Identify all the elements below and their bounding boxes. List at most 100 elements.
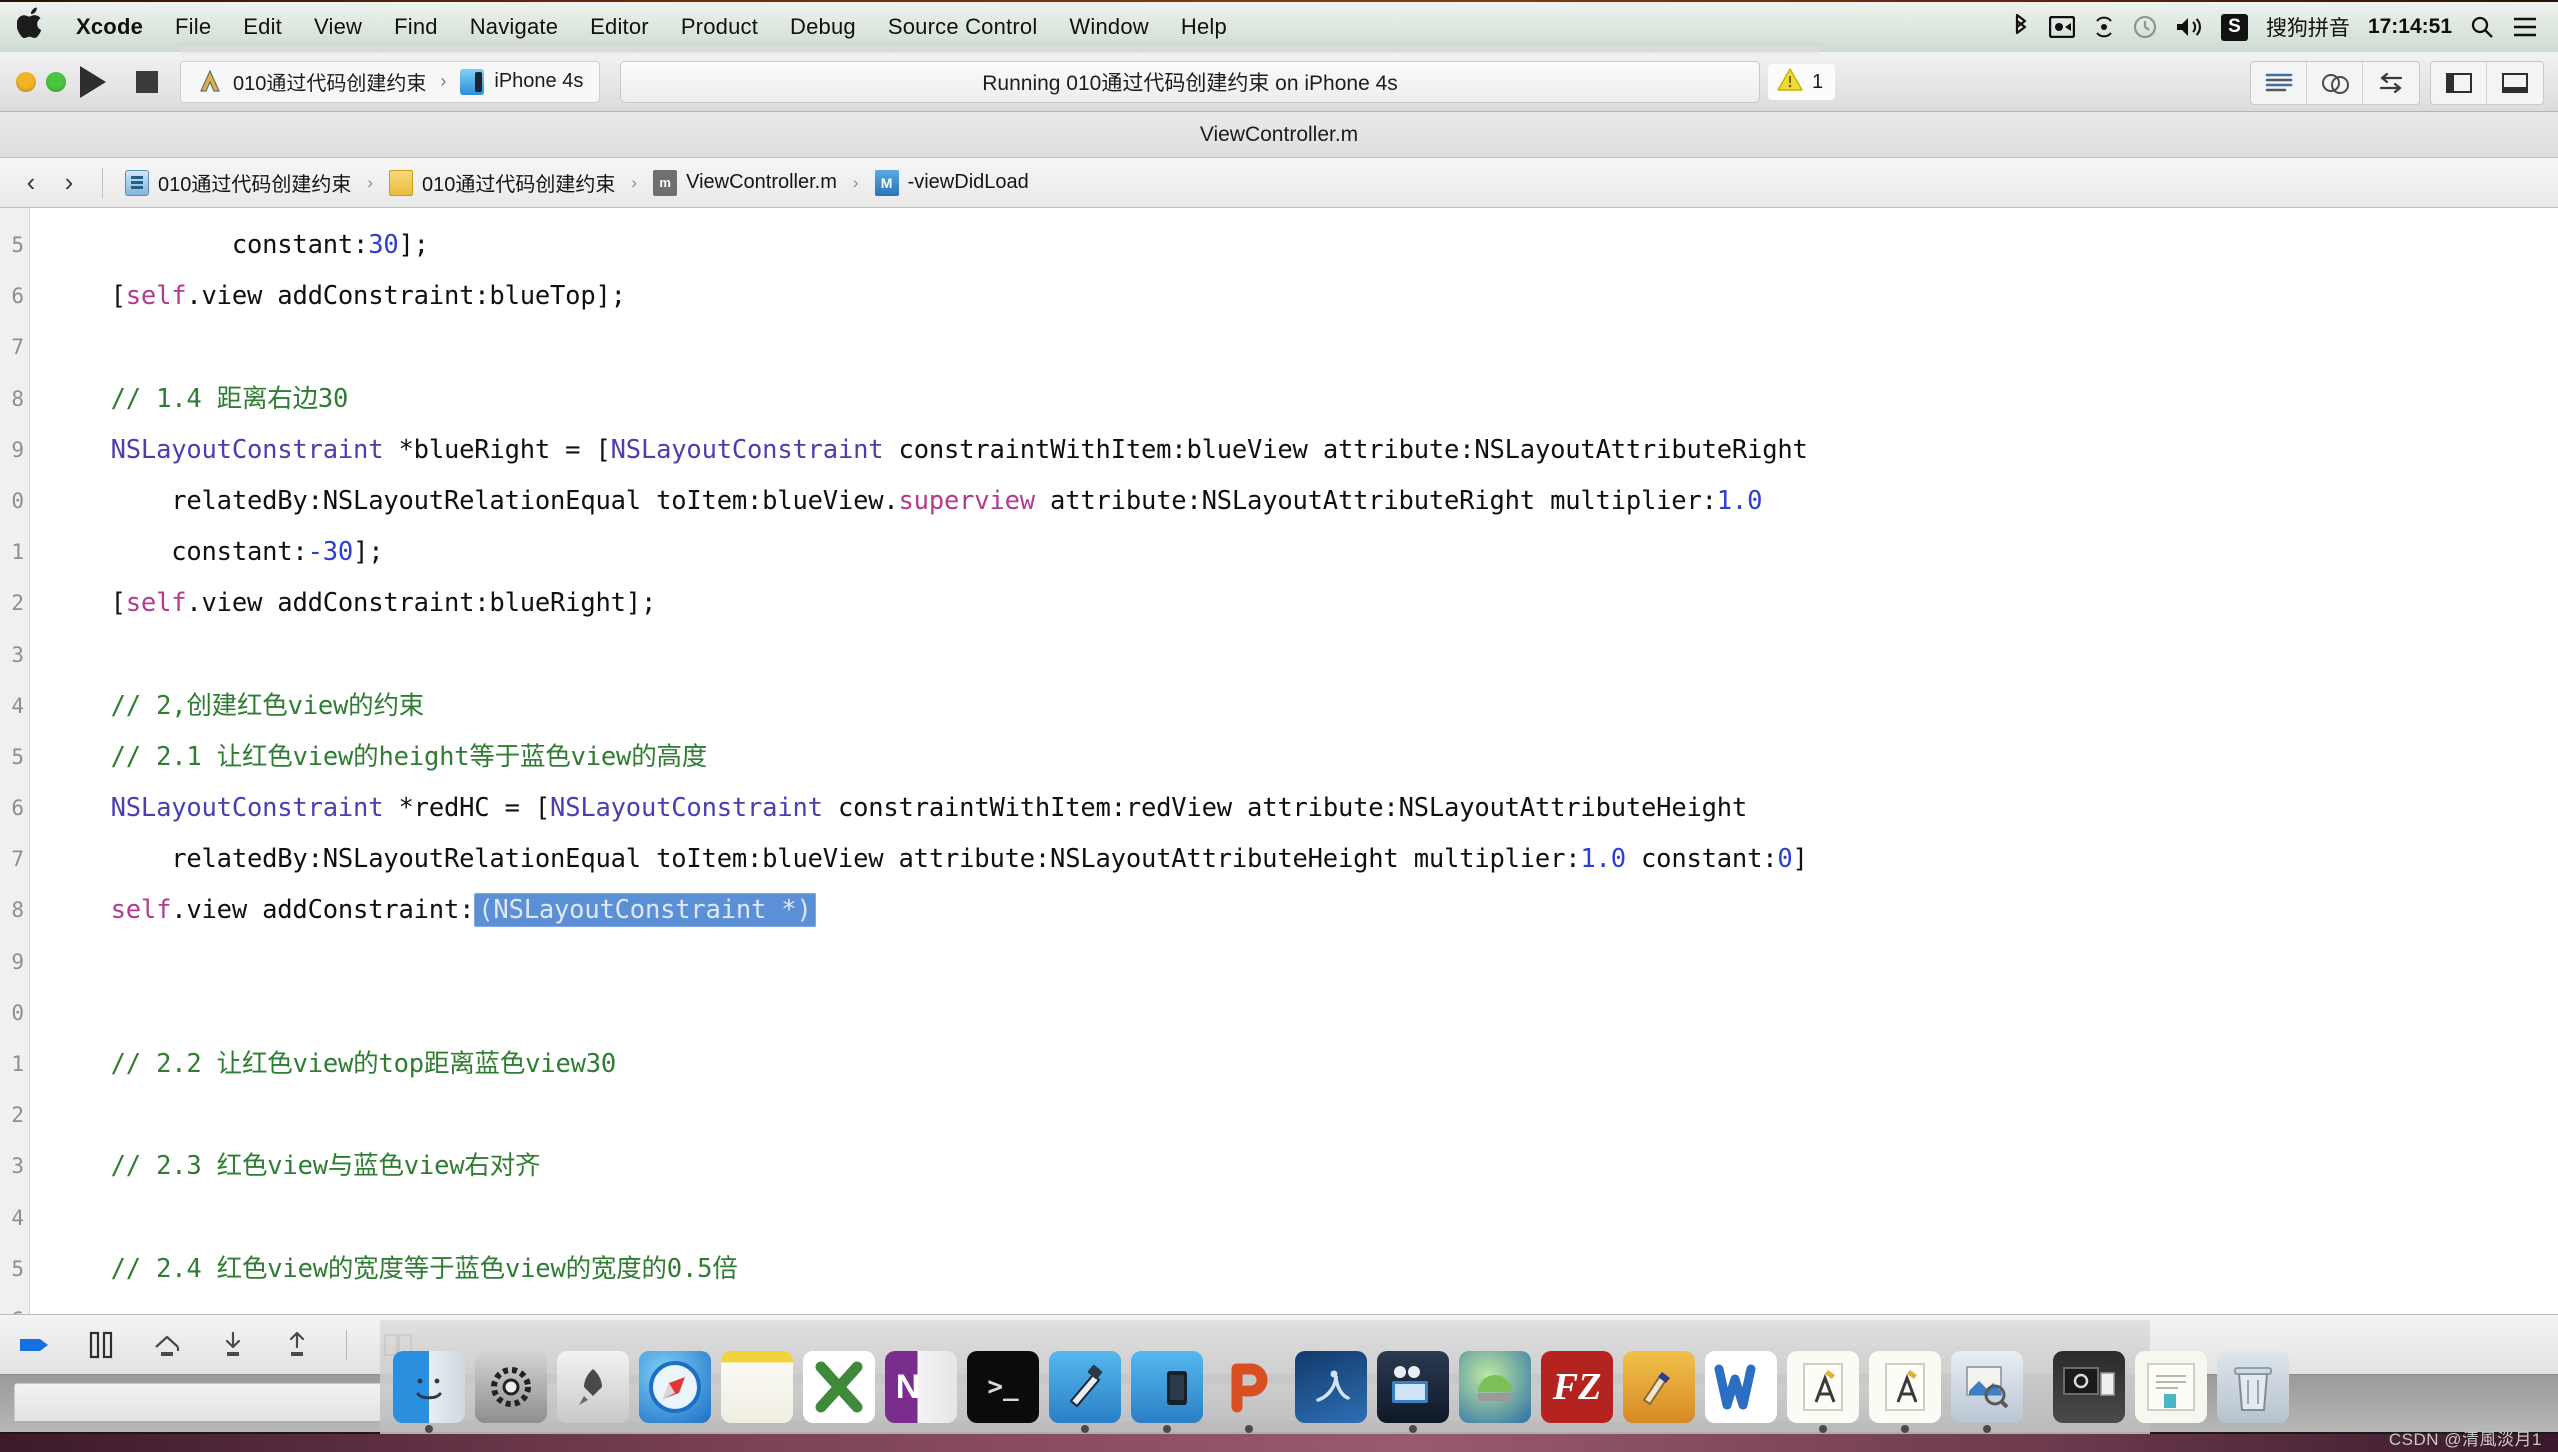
menu-xcode[interactable]: Xcode bbox=[60, 14, 159, 40]
menu-find[interactable]: Find bbox=[378, 14, 454, 40]
standard-editor-icon[interactable] bbox=[2251, 62, 2307, 104]
volume-icon[interactable] bbox=[2175, 15, 2203, 39]
breadcrumb-item-file[interactable]: m ViewController.m bbox=[647, 170, 843, 196]
dock-item-safari[interactable] bbox=[636, 1348, 714, 1426]
apple-menu-icon[interactable] bbox=[14, 7, 48, 44]
menu-editor[interactable]: Editor bbox=[574, 14, 665, 40]
dock-item-textedit-2[interactable] bbox=[1866, 1348, 1944, 1426]
hide-debug-area-icon[interactable] bbox=[18, 1325, 52, 1365]
stop-button[interactable] bbox=[120, 61, 174, 103]
textedit-2-icon bbox=[1869, 1351, 1941, 1423]
breadcrumb-divider bbox=[102, 168, 103, 198]
dock-item-onenote[interactable]: N bbox=[882, 1348, 960, 1426]
code-line[interactable] bbox=[30, 1295, 2558, 1314]
minimize-button[interactable] bbox=[16, 72, 36, 92]
code-line[interactable]: // 2,创建红色view的约束 bbox=[30, 681, 2558, 732]
issue-badge[interactable]: 1 bbox=[1768, 64, 1835, 100]
code-line[interactable]: [self.view addConstraint:blueTop]; bbox=[30, 271, 2558, 322]
input-method-label[interactable]: 搜狗拼音 bbox=[2266, 12, 2350, 42]
step-out-icon[interactable] bbox=[282, 1325, 312, 1365]
step-over-icon[interactable] bbox=[150, 1325, 184, 1365]
dock-item-filezilla[interactable]: FZ bbox=[1538, 1348, 1616, 1426]
dock-item-sketch[interactable] bbox=[1456, 1348, 1534, 1426]
code-line[interactable] bbox=[30, 322, 2558, 373]
breadcrumb-item-method[interactable]: M -viewDidLoad bbox=[869, 170, 1035, 196]
dock-item-documents-stack[interactable] bbox=[2132, 1348, 2210, 1426]
source-editor[interactable]: 5678901234567890123456 constant:30]; [se… bbox=[0, 208, 2558, 1314]
pause-icon[interactable] bbox=[86, 1325, 116, 1365]
dock-item-textedit-1[interactable] bbox=[1784, 1348, 1862, 1426]
list-icon[interactable] bbox=[2512, 16, 2538, 38]
dock-item-acrobat[interactable] bbox=[1292, 1348, 1370, 1426]
dock-item-downloads-stack[interactable] bbox=[2050, 1348, 2128, 1426]
back-button[interactable]: ‹ bbox=[14, 167, 48, 198]
time-machine-icon[interactable] bbox=[2133, 15, 2157, 39]
code-line[interactable]: // 2.4 红色view的宽度等于蓝色view的宽度的0.5倍 bbox=[30, 1244, 2558, 1295]
menu-help[interactable]: Help bbox=[1165, 14, 1243, 40]
code-line[interactable]: self.view addConstraint:(NSLayoutConstra… bbox=[30, 885, 2558, 936]
dock-item-keynote[interactable] bbox=[1620, 1348, 1698, 1426]
dock-item-finder[interactable] bbox=[390, 1348, 468, 1426]
filezilla-icon: FZ bbox=[1541, 1351, 1613, 1423]
code-line[interactable]: NSLayoutConstraint *blueRight = [NSLayou… bbox=[30, 425, 2558, 476]
menu-bar-clock[interactable]: 17:14:51 bbox=[2368, 15, 2452, 39]
menu-debug[interactable]: Debug bbox=[774, 14, 872, 40]
code-line[interactable]: constant:30]; bbox=[30, 220, 2558, 271]
code-token: constraintWithItem:blueView attribute:NS… bbox=[883, 435, 1807, 465]
menu-navigate[interactable]: Navigate bbox=[454, 14, 574, 40]
menu-product[interactable]: Product bbox=[665, 14, 774, 40]
code-line[interactable]: constant:-30]; bbox=[30, 527, 2558, 578]
code-line[interactable] bbox=[30, 988, 2558, 1039]
airplay-icon[interactable] bbox=[2093, 16, 2115, 38]
assistant-editor-icon[interactable] bbox=[2307, 62, 2363, 104]
menu-view[interactable]: View bbox=[298, 14, 378, 40]
dock-item-notes[interactable] bbox=[718, 1348, 796, 1426]
code-line[interactable] bbox=[30, 630, 2558, 681]
dock-item-preview[interactable] bbox=[1948, 1348, 2026, 1426]
code-line[interactable]: // 1.4 距离右边30 bbox=[30, 374, 2558, 425]
dock-item-system-preferences[interactable] bbox=[472, 1348, 550, 1426]
code-line[interactable]: // 2.3 红色view与蓝色view右对齐 bbox=[30, 1141, 2558, 1192]
code-area[interactable]: constant:30]; [self.view addConstraint:b… bbox=[30, 208, 2558, 1314]
run-button[interactable] bbox=[66, 61, 120, 103]
menu-edit[interactable]: Edit bbox=[227, 14, 298, 40]
version-editor-icon[interactable] bbox=[2363, 62, 2419, 104]
selected-placeholder-token[interactable]: (NSLayoutConstraint *) bbox=[474, 893, 815, 927]
dock-item-ios-simulator[interactable] bbox=[1128, 1348, 1206, 1426]
line-number: 7 bbox=[0, 322, 29, 373]
step-into-icon[interactable] bbox=[218, 1325, 248, 1365]
dock-item-launchpad[interactable] bbox=[554, 1348, 632, 1426]
code-line[interactable]: [self.view addConstraint:blueRight]; bbox=[30, 578, 2558, 629]
breadcrumb-item-project[interactable]: 010通过代码创建约束 bbox=[119, 168, 357, 197]
search-icon[interactable] bbox=[2470, 15, 2494, 39]
code-line[interactable]: relatedBy:NSLayoutRelationEqual toItem:b… bbox=[30, 834, 2558, 885]
zoom-button[interactable] bbox=[46, 72, 66, 92]
dock-item-xcode[interactable] bbox=[1046, 1348, 1124, 1426]
screen-recorder-icon[interactable] bbox=[2049, 16, 2075, 38]
dock-item-word[interactable] bbox=[1702, 1348, 1780, 1426]
breadcrumb-item-folder[interactable]: 010通过代码创建约束 bbox=[383, 168, 621, 197]
menu-window[interactable]: Window bbox=[1053, 14, 1164, 40]
dock-item-terminal[interactable]: >_ bbox=[964, 1348, 1042, 1426]
dock-item-powerpoint[interactable] bbox=[1210, 1348, 1288, 1426]
forward-button[interactable]: › bbox=[52, 167, 86, 198]
menu-file[interactable]: File bbox=[159, 14, 227, 40]
dock-item-excel[interactable] bbox=[800, 1348, 878, 1426]
code-line[interactable] bbox=[30, 937, 2558, 988]
dock-item-imovie[interactable] bbox=[1374, 1348, 1452, 1426]
code-line[interactable] bbox=[30, 1193, 2558, 1244]
code-token: // 2.1 让红色view的height等于蓝色view的高度 bbox=[50, 742, 707, 772]
code-line[interactable]: // 2.2 让红色view的top距离蓝色view30 bbox=[30, 1039, 2558, 1090]
utilities-toggle-icon[interactable] bbox=[2487, 62, 2543, 104]
menu-source-control[interactable]: Source Control bbox=[872, 14, 1054, 40]
dock-item-trash[interactable] bbox=[2214, 1348, 2292, 1426]
code-line[interactable]: NSLayoutConstraint *redHC = [NSLayoutCon… bbox=[30, 783, 2558, 834]
sketch-icon bbox=[1459, 1351, 1531, 1423]
bluetooth-icon[interactable] bbox=[2011, 14, 2031, 40]
input-method-badge[interactable]: S bbox=[2221, 14, 2248, 41]
code-line[interactable]: relatedBy:NSLayoutRelationEqual toItem:b… bbox=[30, 476, 2558, 527]
code-line[interactable] bbox=[30, 1090, 2558, 1141]
code-line[interactable]: // 2.1 让红色view的height等于蓝色view的高度 bbox=[30, 732, 2558, 783]
scheme-selector[interactable]: 010通过代码创建约束 › iPhone 4s bbox=[180, 61, 600, 103]
navigator-toggle-icon[interactable] bbox=[2431, 62, 2487, 104]
